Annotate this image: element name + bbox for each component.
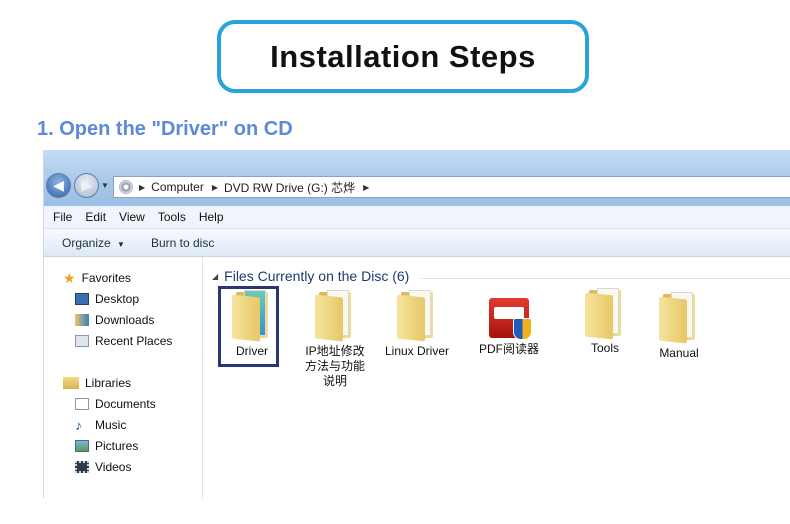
file-label: PDF阅读器	[478, 342, 539, 356]
pictures-icon	[75, 440, 89, 452]
sidebar-label: Libraries	[85, 376, 132, 390]
chevron-right-icon[interactable]: ▶	[363, 183, 369, 192]
group-header[interactable]: ◢ Files Currently on the Disc (6)	[212, 268, 409, 284]
sidebar-label: Desktop	[95, 292, 140, 306]
recent-places-icon	[75, 335, 89, 347]
documents-icon	[75, 398, 89, 410]
sidebar-item-recent-places[interactable]: Recent Places	[75, 332, 172, 350]
breadcrumb-computer[interactable]: Computer	[151, 180, 204, 194]
star-icon: ★	[63, 269, 76, 286]
sidebar-label: Downloads	[95, 313, 155, 327]
group-header-label: Files Currently on the Disc (6)	[224, 268, 410, 284]
sidebar-item-libraries[interactable]: Libraries	[63, 374, 131, 392]
menu-bar: File Edit View Tools Help	[44, 206, 790, 229]
file-label: Manual	[659, 346, 699, 360]
sidebar-label: Favorites	[81, 271, 131, 285]
sidebar-label: Music	[95, 418, 127, 432]
sidebar-item-music[interactable]: ♪ Music	[75, 416, 126, 434]
collapse-triangle-icon[interactable]: ◢	[212, 272, 218, 281]
folder-icon	[397, 288, 437, 342]
desktop-icon	[75, 293, 89, 305]
file-item-manual[interactable]: Manual	[649, 290, 709, 361]
menu-edit[interactable]: Edit	[85, 210, 106, 224]
sidebar-item-favorites[interactable]: ★ Favorites	[63, 269, 131, 287]
menu-file[interactable]: File	[53, 210, 72, 224]
folder-icon	[585, 286, 625, 340]
command-toolbar: Organize ▼ Burn to disc	[44, 229, 790, 257]
driver-highlight-box	[218, 286, 279, 367]
file-item-tools[interactable]: Tools	[580, 286, 630, 356]
sidebar-item-downloads[interactable]: Downloads	[75, 311, 154, 329]
installation-steps-banner: Installation Steps	[217, 20, 589, 93]
organize-label: Organize	[62, 235, 111, 250]
breadcrumb-dvd-drive[interactable]: DVD RW Drive (G:) 芯烨	[224, 179, 355, 196]
downloads-icon	[75, 314, 89, 326]
file-label: Tools	[590, 341, 619, 355]
sidebar-label: Recent Places	[95, 334, 173, 348]
sidebar-label: Pictures	[95, 439, 139, 453]
chevron-right-icon[interactable]: ▶	[212, 183, 218, 192]
sidebar-item-documents[interactable]: Documents	[75, 395, 156, 413]
sidebar-item-desktop[interactable]: Desktop	[75, 290, 139, 308]
libraries-icon	[63, 377, 79, 389]
file-list-pane: ◢ Files Currently on the Disc (6) Driver…	[203, 257, 790, 498]
burn-to-disc-button[interactable]: Burn to disc	[151, 236, 214, 250]
step-1-heading: 1. Open the "Driver" on CD	[37, 118, 293, 140]
file-item-linux-driver[interactable]: Linux Driver	[377, 288, 457, 359]
sidebar-item-videos[interactable]: Videos	[75, 458, 131, 476]
address-bar-area: ◀ ▶ ▼ ▶ Computer ▶ DVD RW Drive (G:) 芯烨 …	[44, 150, 790, 206]
disc-icon	[119, 180, 133, 194]
music-icon: ♪	[75, 417, 82, 433]
file-label: Linux Driver	[384, 344, 450, 358]
file-item-pdf-reader[interactable]: PDF阅读器	[467, 296, 551, 357]
chevron-down-icon: ▼	[117, 239, 125, 249]
back-button[interactable]: ◀	[46, 173, 71, 198]
address-field[interactable]: ▶ Computer ▶ DVD RW Drive (G:) 芯烨 ▶	[113, 176, 790, 198]
file-item-ip-guide[interactable]: IP地址修改方法与功能说明	[300, 288, 370, 389]
menu-view[interactable]: View	[119, 210, 145, 224]
navigation-pane: ★ Favorites Desktop Downloads Recent Pla…	[44, 257, 203, 498]
banner-title: Installation Steps	[270, 38, 536, 74]
sidebar-label: Videos	[95, 460, 132, 474]
group-divider	[421, 278, 790, 279]
sidebar-item-pictures[interactable]: Pictures	[75, 437, 138, 455]
videos-icon	[75, 461, 89, 473]
pdf-installer-icon	[487, 296, 532, 342]
folder-icon	[659, 290, 699, 344]
folder-icon	[315, 288, 355, 342]
forward-button[interactable]: ▶	[74, 173, 99, 198]
menu-help[interactable]: Help	[199, 210, 224, 224]
organize-button[interactable]: Organize ▼	[62, 236, 125, 250]
explorer-window: ◀ ▶ ▼ ▶ Computer ▶ DVD RW Drive (G:) 芯烨 …	[43, 150, 790, 498]
chevron-right-icon[interactable]: ▶	[139, 183, 145, 192]
menu-tools[interactable]: Tools	[158, 210, 186, 224]
recent-pages-dropdown-icon[interactable]: ▼	[101, 181, 109, 190]
file-label: IP地址修改方法与功能说明	[304, 344, 365, 388]
sidebar-label: Documents	[95, 397, 156, 411]
